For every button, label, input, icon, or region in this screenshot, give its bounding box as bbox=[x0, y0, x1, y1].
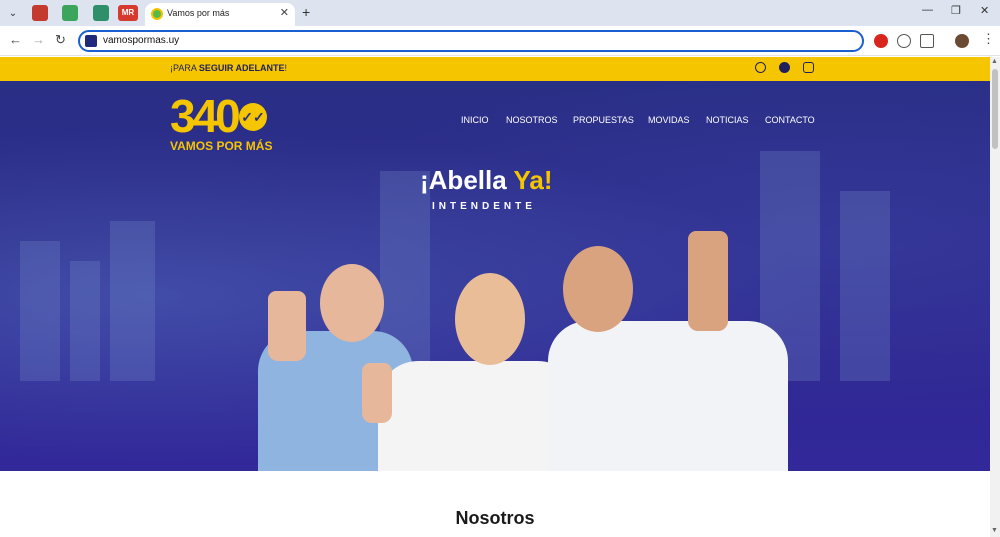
nav-propuestas[interactable]: PROPUESTAS bbox=[573, 115, 634, 125]
new-tab-button[interactable]: + bbox=[302, 5, 310, 19]
nav-noticias[interactable]: NOTICIAS bbox=[706, 115, 749, 125]
section-title-nosotros: Nosotros bbox=[455, 508, 535, 528]
scroll-down-icon[interactable]: ▼ bbox=[991, 527, 998, 534]
site-info-icon[interactable] bbox=[85, 35, 97, 47]
forward-icon[interactable]: → bbox=[32, 33, 45, 47]
extensions-puzzle-icon[interactable] bbox=[920, 34, 934, 48]
nav-movidas[interactable]: MOVIDAS bbox=[648, 115, 690, 125]
whatsapp-icon[interactable] bbox=[755, 62, 766, 73]
nav-inicio[interactable]: INICIO bbox=[461, 115, 489, 125]
profile-avatar[interactable] bbox=[955, 34, 969, 48]
logo-number[interactable]: 340 bbox=[170, 89, 241, 143]
skyline-building bbox=[70, 261, 100, 381]
extension-icon-red[interactable] bbox=[874, 34, 888, 48]
pinned-tab-1[interactable] bbox=[32, 5, 48, 21]
toolbar: ← → ↻ vamospormas.uy ⋮ bbox=[0, 26, 1000, 56]
close-window-icon[interactable]: ✕ bbox=[980, 4, 989, 17]
nav-contacto[interactable]: CONTACTO bbox=[765, 115, 815, 125]
hero-subline: INTENDENTE bbox=[432, 201, 536, 212]
skyline-building bbox=[20, 241, 60, 381]
top-strip: ¡PARA SEGUIR ADELANTE! bbox=[0, 57, 990, 81]
hero-headline: ¡Abella Ya! bbox=[420, 165, 553, 195]
address-bar[interactable]: vamospormas.uy bbox=[78, 30, 864, 52]
tab-search-icon[interactable]: ⌄ bbox=[5, 5, 21, 21]
pinned-tab-4[interactable]: MR bbox=[118, 5, 138, 21]
minimize-icon[interactable]: — bbox=[922, 4, 933, 16]
pinned-tab-2[interactable] bbox=[62, 5, 78, 21]
top-slogan: ¡PARA SEGUIR ADELANTE! bbox=[170, 63, 288, 73]
scroll-thumb[interactable] bbox=[992, 69, 998, 149]
page-scrollbar[interactable]: ▲ ▼ bbox=[990, 57, 1000, 537]
scroll-up-icon[interactable]: ▲ bbox=[991, 58, 998, 65]
logo-check-icon: ✓✓ bbox=[239, 103, 267, 131]
back-icon[interactable]: ← bbox=[9, 33, 22, 47]
tab-title: Vamos por más bbox=[167, 8, 230, 18]
nav-nosotros[interactable]: NOSOTROS bbox=[506, 115, 558, 125]
close-tab-icon[interactable]: ✕ bbox=[280, 6, 289, 19]
reload-icon[interactable]: ↻ bbox=[55, 33, 66, 47]
site-favicon-icon bbox=[151, 8, 163, 20]
instagram-icon[interactable] bbox=[803, 62, 814, 73]
tab-bar: ⌄ MR Vamos por más ✕ + — ❐ ✕ bbox=[0, 0, 1000, 26]
browser-menu-icon[interactable]: ⋮ bbox=[982, 32, 995, 46]
skyline-building bbox=[110, 221, 155, 381]
restore-icon[interactable]: ❐ bbox=[951, 4, 961, 17]
active-tab[interactable]: Vamos por más ✕ bbox=[145, 3, 295, 26]
pinned-tab-3[interactable] bbox=[93, 5, 109, 21]
extension-icon-circle[interactable] bbox=[897, 34, 911, 48]
facebook-icon[interactable] bbox=[779, 62, 790, 73]
logo-tagline: VAMOS POR MÁS bbox=[170, 139, 273, 153]
hero-banner: 340 ✓✓ VAMOS POR MÁS INICIO NOSOTROS PRO… bbox=[0, 81, 990, 471]
skyline-building bbox=[840, 191, 890, 381]
url-text: vamospormas.uy bbox=[103, 35, 180, 46]
